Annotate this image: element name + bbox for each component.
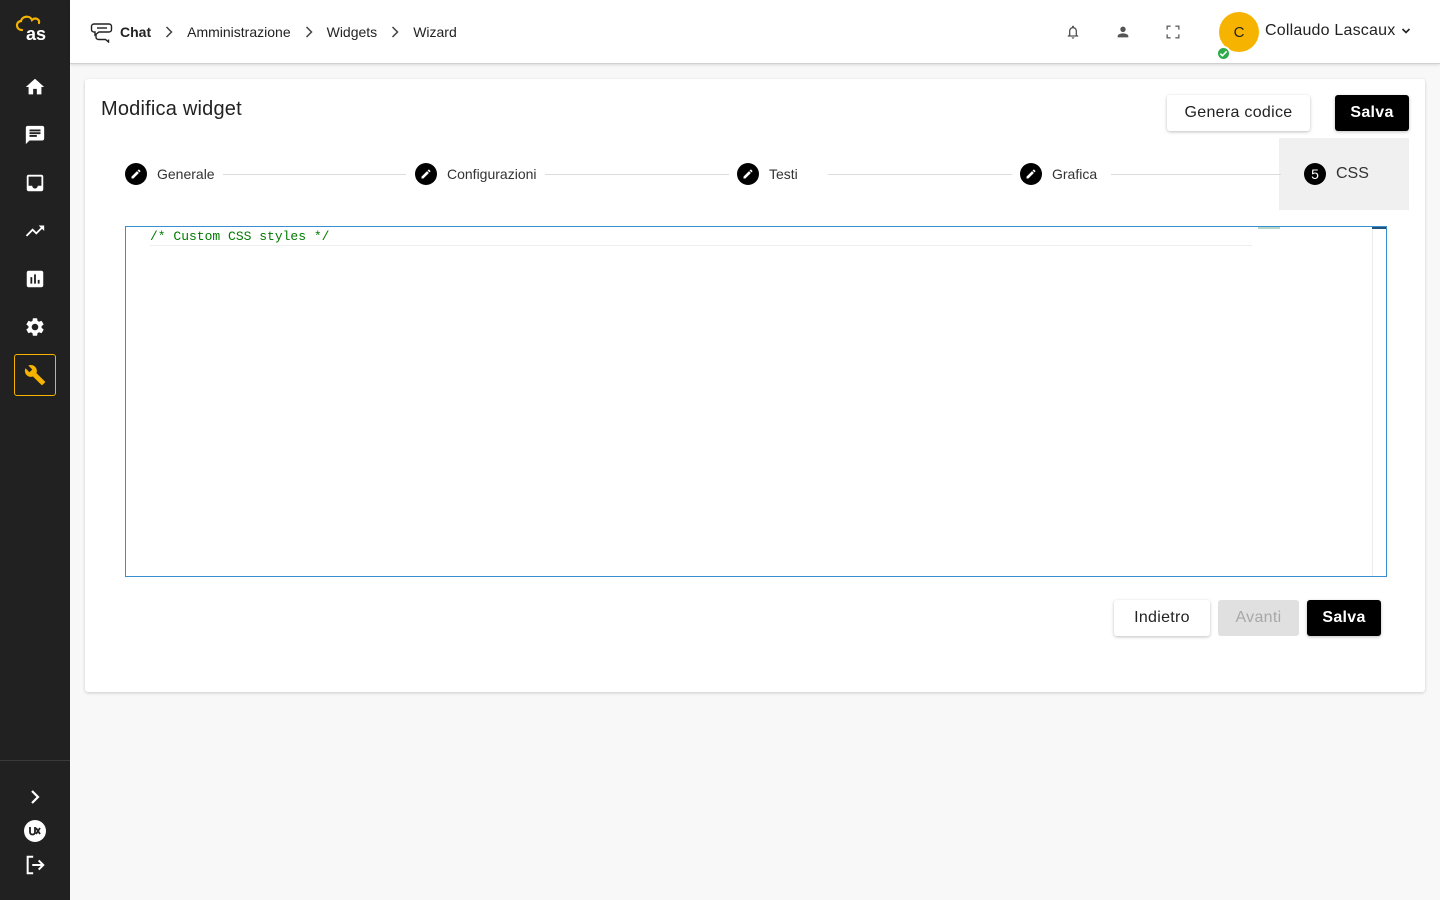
sidebar-item-trends[interactable]	[14, 210, 56, 252]
step-generale[interactable]: Generale	[125, 163, 215, 185]
top-bar: Chat Amministrazione Widgets Wizard C Co…	[70, 0, 1440, 64]
step-connector	[223, 174, 406, 175]
step-grafica[interactable]: Grafica	[1020, 163, 1097, 185]
sidebar-item-inbox[interactable]	[14, 162, 56, 204]
breadcrumb-chat-label: Chat	[120, 24, 152, 40]
step-label: Grafica	[1052, 166, 1098, 182]
editor-scrollbar-thumb[interactable]	[1372, 227, 1386, 229]
sidebar-expand-button[interactable]	[22, 784, 48, 810]
app-logo[interactable]: as	[12, 14, 58, 44]
trending-up-icon	[25, 225, 45, 237]
step-connector	[545, 174, 729, 175]
step-label: Configurazioni	[447, 166, 537, 182]
chat-bubbles-icon	[90, 23, 113, 43]
bell-icon	[1067, 25, 1079, 39]
css-code-editor[interactable]: /* Custom CSS styles */	[125, 226, 1387, 577]
svg-text:as: as	[26, 24, 46, 44]
widget-card: Modifica widget Genera codice Salva Gene…	[85, 79, 1425, 692]
sidebar: as	[0, 0, 70, 900]
home-icon	[25, 78, 45, 95]
sidebar-item-tools[interactable]	[14, 354, 56, 396]
profile-button[interactable]	[1113, 22, 1133, 42]
inbox-icon	[26, 174, 44, 192]
step-connector	[1111, 174, 1281, 175]
logout-icon	[26, 855, 45, 875]
online-status-badge	[1216, 46, 1231, 61]
step-configurazioni[interactable]: Configurazioni	[415, 163, 537, 185]
fullscreen-icon	[1166, 25, 1180, 39]
step-css[interactable]: 5 CSS	[1304, 163, 1369, 185]
back-button[interactable]: Indietro	[1114, 600, 1210, 636]
sidebar-item-home[interactable]	[14, 66, 56, 108]
page-title: Modifica widget	[101, 98, 242, 120]
editor-scrollbar[interactable]	[1372, 227, 1386, 576]
step-number: 5	[1304, 163, 1326, 185]
minimap-preview	[1258, 227, 1280, 229]
notifications-button[interactable]	[1063, 22, 1083, 42]
user-name: Collaudo Lascaux	[1265, 22, 1396, 39]
chevron-down-icon	[1402, 28, 1411, 34]
chevron-right-icon	[305, 26, 313, 38]
code-line[interactable]: /* Custom CSS styles */	[150, 228, 1252, 246]
breadcrumb-wizard: Wizard	[413, 24, 457, 40]
pencil-icon	[1020, 163, 1042, 185]
next-button[interactable]: Avanti	[1218, 600, 1299, 636]
breadcrumb: Chat Amministrazione Widgets Wizard	[90, 0, 457, 64]
step-label: Generale	[157, 166, 215, 182]
ux-logo-button[interactable]	[22, 818, 48, 844]
sidebar-divider	[0, 760, 70, 761]
chevron-right-icon	[31, 790, 40, 804]
chat-icon	[25, 125, 45, 145]
breadcrumb-chat[interactable]: Chat	[90, 21, 151, 43]
save-top-button[interactable]: Salva	[1335, 95, 1409, 131]
check-icon	[1219, 50, 1228, 57]
save-bottom-button[interactable]: Salva	[1307, 600, 1381, 636]
pencil-icon	[125, 163, 147, 185]
sidebar-item-settings[interactable]	[14, 306, 56, 348]
step-testi[interactable]: Testi	[737, 163, 798, 185]
sidebar-item-reports[interactable]	[14, 258, 56, 300]
code-comment: /* Custom CSS styles */	[150, 229, 330, 244]
fullscreen-button[interactable]	[1163, 22, 1183, 42]
logout-button[interactable]	[22, 852, 48, 878]
chevron-right-icon	[166, 26, 173, 38]
chevron-right-icon	[392, 26, 399, 38]
pencil-icon	[415, 163, 437, 185]
wrench-icon	[24, 365, 46, 386]
bar-chart-icon	[26, 270, 44, 288]
step-label: CSS	[1336, 165, 1369, 182]
cloud-logo-icon: as	[15, 15, 46, 44]
step-label: Testi	[769, 166, 798, 182]
person-icon	[1117, 26, 1129, 38]
user-menu[interactable]: Collaudo Lascaux	[1265, 22, 1411, 40]
ux-logo-icon	[24, 820, 46, 842]
sidebar-item-chat[interactable]	[14, 114, 56, 156]
breadcrumb-widgets[interactable]: Widgets	[327, 24, 378, 40]
breadcrumb-amministrazione[interactable]: Amministrazione	[187, 24, 290, 40]
generate-code-button[interactable]: Genera codice	[1167, 95, 1310, 131]
pencil-icon	[737, 163, 759, 185]
step-connector	[828, 174, 1012, 175]
gear-icon	[26, 318, 44, 336]
